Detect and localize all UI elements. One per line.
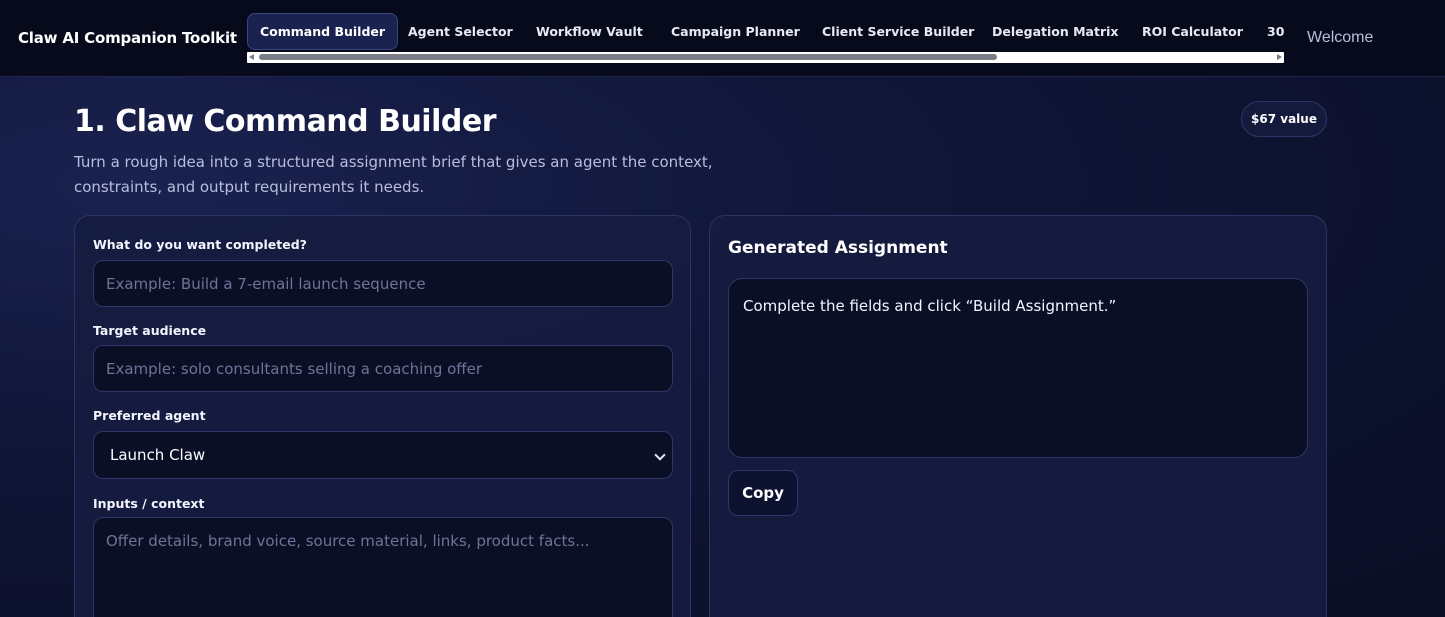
chevron-down-icon bbox=[654, 449, 666, 461]
inputs-label: Inputs / context bbox=[93, 496, 205, 511]
agent-select-value: Launch Claw bbox=[110, 446, 206, 464]
tab-delegation-matrix[interactable]: Delegation Matrix bbox=[980, 13, 1130, 50]
generated-assignment-output[interactable]: Complete the fields and click “Build Ass… bbox=[728, 278, 1308, 458]
top-bar: Claw AI Companion Toolkit Command Builde… bbox=[0, 0, 1445, 77]
task-input[interactable] bbox=[93, 260, 673, 307]
inputs-textarea[interactable] bbox=[93, 517, 673, 617]
welcome-link[interactable]: Welcome bbox=[1307, 29, 1373, 47]
tab-campaign-planner[interactable]: Campaign Planner bbox=[659, 13, 812, 50]
page-title: 1. Claw Command Builder bbox=[74, 104, 497, 139]
tab-strip: Command Builder Agent Selector Workflow … bbox=[247, 13, 1284, 65]
copy-button[interactable]: Copy bbox=[728, 470, 798, 516]
page-subtitle: Turn a rough idea into a structured assi… bbox=[74, 153, 713, 196]
scrollbar-thumb[interactable] bbox=[259, 54, 997, 60]
agent-label: Preferred agent bbox=[93, 408, 206, 423]
scroll-right-arrow-icon[interactable] bbox=[1277, 54, 1282, 60]
audience-label: Target audience bbox=[93, 323, 207, 338]
task-label: What do you want completed? bbox=[93, 237, 307, 252]
tab-scrollbar[interactable] bbox=[247, 52, 1284, 63]
tab-30[interactable]: 30 bbox=[1255, 13, 1284, 50]
output-text: Complete the fields and click “Build Ass… bbox=[743, 297, 1117, 315]
scroll-left-arrow-icon[interactable] bbox=[249, 54, 254, 60]
tab-agent-selector[interactable]: Agent Selector bbox=[396, 13, 525, 50]
value-badge: $67 value bbox=[1241, 101, 1327, 137]
tab-client-service-builder[interactable]: Client Service Builder bbox=[810, 13, 986, 50]
brand-title: Claw AI Companion Toolkit bbox=[18, 29, 237, 47]
input-panel: What do you want completed? Target audie… bbox=[74, 215, 691, 617]
output-panel: Generated Assignment Complete the fields… bbox=[709, 215, 1327, 617]
audience-input[interactable] bbox=[93, 345, 673, 392]
tab-command-builder[interactable]: Command Builder bbox=[247, 13, 399, 50]
agent-select[interactable]: Launch Claw bbox=[93, 431, 673, 479]
tab-roi-calculator[interactable]: ROI Calculator bbox=[1130, 13, 1255, 50]
output-heading: Generated Assignment bbox=[728, 238, 948, 258]
tab-workflow-vault[interactable]: Workflow Vault bbox=[524, 13, 655, 50]
